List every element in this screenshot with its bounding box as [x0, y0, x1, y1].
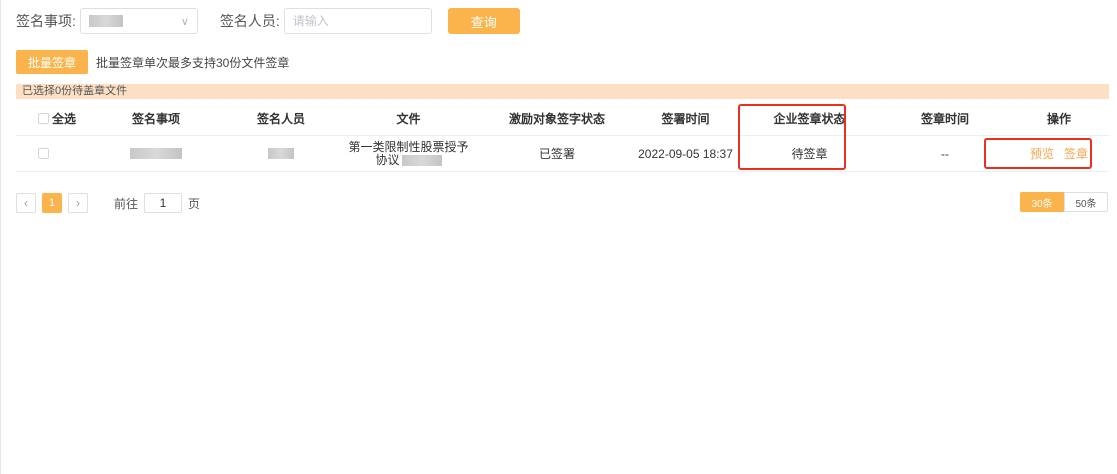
- matter-redacted: [130, 148, 182, 159]
- row-sign-time: 2022-09-05 18:37: [638, 146, 733, 161]
- page-size-selector: 30条 50条: [1020, 192, 1108, 212]
- goto-page-input[interactable]: [144, 193, 183, 213]
- header-company-status: 企业签章状态: [773, 111, 846, 126]
- row-file-cell[interactable]: 第一类限制性股票授予 协议: [336, 136, 481, 171]
- page-size-50[interactable]: 50条: [1064, 192, 1108, 212]
- preview-link[interactable]: 预览: [1030, 145, 1054, 162]
- matter-select[interactable]: ∨: [79, 8, 198, 34]
- file-name-line2: 协议: [375, 152, 442, 167]
- goto-label: 前往: [114, 196, 139, 211]
- batch-sign-button[interactable]: 批量签章: [16, 50, 88, 74]
- row-matter-cell: [86, 136, 226, 171]
- person-input[interactable]: [283, 8, 432, 34]
- prev-page-button[interactable]: ‹: [16, 193, 36, 213]
- person-redacted: [268, 148, 294, 159]
- left-border: [0, 0, 1, 474]
- batch-toolbar: 批量签章 批量签章单次最多支持30份文件签章: [16, 50, 289, 74]
- table-row: 第一类限制性股票授予 协议 已签署 2022-09-05 18:37 待签章 -…: [16, 136, 1109, 172]
- row-incentive-status: 已签署: [538, 147, 575, 161]
- header-matter: 签名事项: [131, 111, 180, 126]
- selection-banner: 已选择0份待盖章文件: [16, 84, 1109, 99]
- row-company-status: 待签章: [791, 147, 828, 161]
- file-name-line2-text: 协议: [375, 152, 400, 167]
- row-person-cell: [226, 136, 336, 171]
- file-name-redacted: [401, 154, 442, 166]
- batch-note: 批量签章单次最多支持30份文件签章: [96, 55, 290, 70]
- row-stamp-time: --: [941, 146, 949, 161]
- row-checkbox-cell: [16, 136, 86, 171]
- documents-table: 全选 签名事项 签名人员 文件 激励对象签字状态 签署时间 企业签章状态 签章时…: [16, 101, 1109, 172]
- chevron-left-icon: ‹: [24, 196, 28, 210]
- table-header: 全选 签名事项 签名人员 文件 激励对象签字状态 签署时间 企业签章状态 签章时…: [16, 101, 1109, 136]
- row-actions: 预览 签章: [1009, 136, 1109, 171]
- chevron-down-icon: ∨: [180, 15, 189, 28]
- person-label: 签名人员:: [219, 13, 280, 29]
- header-actions: 操作: [1046, 111, 1071, 126]
- page-size-30[interactable]: 30条: [1020, 192, 1064, 212]
- matter-select-value-redacted: [88, 15, 123, 27]
- header-select-all[interactable]: 全选: [16, 101, 86, 135]
- chevron-right-icon: ›: [76, 196, 80, 210]
- next-page-button[interactable]: ›: [68, 193, 88, 213]
- header-sign-time: 签署时间: [661, 111, 710, 126]
- header-person: 签名人员: [256, 111, 305, 126]
- page-number-current[interactable]: 1: [42, 193, 62, 213]
- header-incentive-status: 激励对象签字状态: [508, 111, 605, 126]
- select-all-checkbox[interactable]: [38, 112, 49, 124]
- file-name-line1: 第一类限制性股票授予: [348, 139, 469, 154]
- page-unit-label: 页: [188, 196, 201, 211]
- header-stamp-time: 签章时间: [920, 111, 969, 126]
- sign-link[interactable]: 签章: [1064, 145, 1088, 162]
- pagination: ‹ 1 › 前往 页: [16, 193, 200, 213]
- header-file: 文件: [396, 111, 421, 126]
- row-checkbox[interactable]: [38, 148, 49, 159]
- search-bar: 签名事项: ∨ 签名人员: 查询: [16, 8, 520, 34]
- select-all-label: 全选: [52, 111, 77, 126]
- query-button[interactable]: 查询: [447, 8, 520, 34]
- matter-label: 签名事项:: [16, 13, 76, 29]
